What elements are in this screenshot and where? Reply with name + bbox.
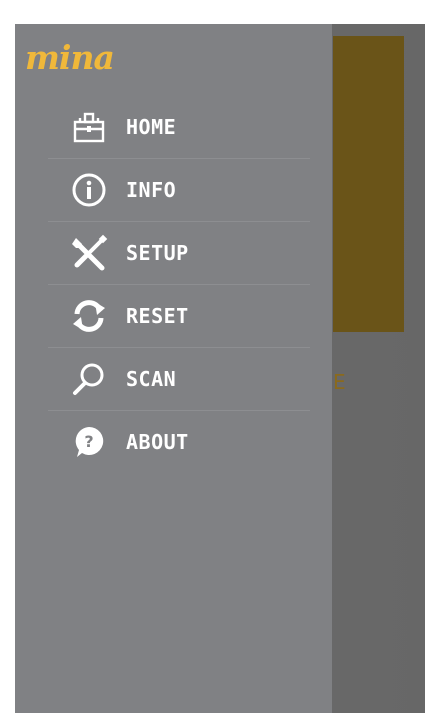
svg-text:?: ? (84, 432, 93, 451)
menu-label-reset: RESET (126, 304, 189, 328)
reset-icon (68, 295, 110, 337)
menu-label-scan: SCAN (126, 367, 177, 391)
home-icon (68, 106, 110, 148)
help-icon: ? (68, 421, 110, 463)
menu-label-home: HOME (126, 115, 177, 139)
menu-item-info[interactable]: INFO (48, 159, 310, 222)
drawer-menu: HOME INFO SETUP RESET SCAN ? ABOUT (48, 96, 310, 473)
menu-item-setup[interactable]: SETUP (48, 222, 310, 285)
search-icon (68, 358, 110, 400)
background-title-fragment: E (333, 370, 346, 394)
menu-item-reset[interactable]: RESET (48, 285, 310, 348)
hero-banner (333, 36, 404, 332)
menu-label-about: ABOUT (126, 430, 189, 454)
info-icon (68, 169, 110, 211)
menu-item-about[interactable]: ? ABOUT (48, 411, 310, 473)
menu-item-home[interactable]: HOME (48, 96, 310, 159)
menu-label-info: INFO (126, 178, 177, 202)
side-drawer: mina HOME INFO SETUP RESET SCAN ? ABOUT (15, 24, 332, 713)
menu-item-scan[interactable]: SCAN (48, 348, 310, 411)
menu-label-setup: SETUP (126, 241, 189, 265)
app-logo[interactable]: mina (25, 36, 115, 80)
app-frame: E mina HOME INFO SETUP RESET SCAN ? ABOU… (15, 24, 425, 713)
tools-icon (68, 232, 110, 274)
